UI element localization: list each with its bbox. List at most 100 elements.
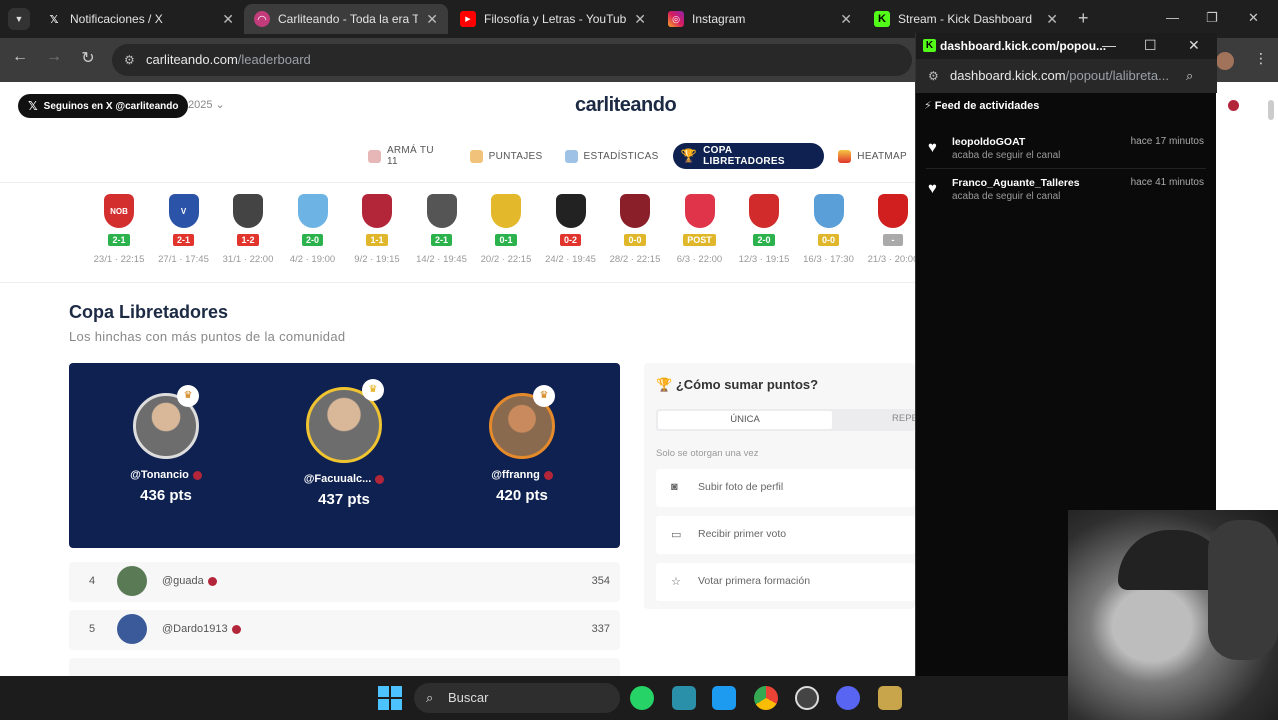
url-field[interactable]: ⚙ carliteando.com/leaderboard (112, 44, 912, 76)
podium-third[interactable]: ♛ @ffranng 420 pts (457, 385, 587, 504)
tab-label: Stream - Kick Dashboard (898, 12, 1033, 26)
row-points: 354 (591, 575, 610, 587)
match-card[interactable]: 1-1 9/2 · 19:15 (346, 194, 408, 265)
obs-icon[interactable] (795, 686, 819, 710)
chrome-icon[interactable] (754, 686, 778, 710)
restore-icon[interactable]: ❐ (1206, 10, 1218, 26)
site-settings-icon[interactable]: ⚙ (124, 44, 135, 76)
taskbar-search[interactable]: ⌕ Buscar (414, 683, 620, 713)
maximize-icon[interactable]: ☐ (1144, 37, 1157, 54)
match-card[interactable]: 2-1 14/2 · 19:45 (411, 194, 473, 265)
menu-puntajes[interactable]: PUNTAJES (462, 143, 551, 169)
league-icon[interactable] (878, 686, 902, 710)
match-result: 0-1 (495, 234, 517, 246)
main-menu: ARMÁ TU 11 PUNTAJES ESTADÍSTICAS 🏆 COPA L… (360, 142, 915, 170)
twitter-icon[interactable] (712, 686, 736, 710)
team-crest-icon (555, 194, 586, 228)
podium-name: @Facuualc... (303, 473, 372, 485)
popup-url-field[interactable]: ⚙ dashboard.kick.com/popout/lalibreta...… (916, 59, 1217, 93)
tab-list-button[interactable]: ▼ (8, 8, 30, 30)
match-card[interactable]: 0-0 28/2 · 22:15 (604, 194, 666, 265)
close-icon[interactable]: ✕ (1188, 37, 1200, 54)
site-logo[interactable]: carliteando (575, 94, 677, 117)
match-card[interactable]: 2-0 4/2 · 19:00 (282, 194, 344, 265)
leaderboard-row[interactable]: 5 @Dardo1913 337 (69, 610, 620, 650)
menu-estadisticas[interactable]: ESTADÍSTICAS (557, 143, 667, 169)
feed-user[interactable]: leopoldoGOAT (952, 136, 1025, 148)
match-date: 27/1 · 17:45 (158, 254, 209, 265)
year-label: 2025 (188, 99, 213, 111)
chevron-down-icon: ⌄ (215, 99, 225, 111)
tab-kick[interactable]: K Stream - Kick Dashboard ✕ (864, 4, 1068, 34)
tab-instagram[interactable]: ◎ Instagram ✕ (658, 4, 862, 34)
menu-arma-tu-11[interactable]: ARMÁ TU 11 (360, 143, 456, 169)
match-card[interactable]: NOB 2-1 23/1 · 22:15 (88, 194, 150, 265)
monitor-icon[interactable] (672, 686, 696, 710)
close-icon[interactable]: ✕ (222, 11, 234, 28)
match-result: 0-0 (817, 234, 839, 246)
match-date: 28/2 · 22:15 (609, 254, 661, 265)
search-icon[interactable]: ⌕ (1186, 59, 1193, 93)
discord-icon[interactable] (836, 686, 860, 710)
reload-icon[interactable]: ↻ (76, 48, 100, 68)
leaderboard-row[interactable] (69, 658, 620, 676)
menu-label: PUNTAJES (488, 150, 543, 162)
match-card[interactable]: 1-2 31/1 · 22:00 (217, 194, 279, 265)
match-date: 20/2 · 22:15 (480, 254, 532, 265)
match-result: 1-2 (237, 234, 259, 246)
tab-unica[interactable]: ÚNICA (658, 411, 832, 429)
tab-notificaciones[interactable]: 𝕏 Notificaciones / X ✕ (36, 4, 244, 34)
follow-x-button[interactable]: 𝕏 Seguinos en X @carliteando (18, 94, 189, 118)
close-icon[interactable]: ✕ (1046, 11, 1058, 28)
close-icon[interactable]: ✕ (840, 11, 852, 28)
podium-points: 436 pts (140, 487, 192, 504)
more-menu-icon[interactable]: ⋮ (1254, 50, 1268, 67)
profile-avatar[interactable] (1216, 52, 1234, 70)
heart-icon: ♥ (928, 180, 937, 197)
year-selector[interactable]: 2025 ⌄ (188, 98, 225, 111)
leaderboard-row[interactable]: 4 @guada 354 (69, 562, 620, 602)
instagram-icon: ◎ (668, 11, 684, 27)
minimize-icon[interactable]: — (1102, 37, 1116, 53)
scrollbar[interactable] (1268, 100, 1274, 120)
how-to-title: 🏆 ¿Cómo sumar puntos? (656, 377, 818, 393)
whatsapp-icon[interactable] (630, 686, 654, 710)
divider (0, 282, 915, 283)
match-card[interactable]: 2-0 12/3 · 19:15 (733, 194, 795, 265)
match-card[interactable]: - 21/3 · 20:00 (862, 194, 915, 265)
close-icon[interactable]: ✕ (426, 11, 438, 28)
forward-icon[interactable]: → (42, 48, 66, 66)
close-window-icon[interactable]: ✕ (1248, 10, 1259, 26)
menu-copa-libretadores[interactable]: 🏆 COPA LIBRETADORES (672, 143, 825, 169)
new-tab-button[interactable]: + (1078, 8, 1089, 29)
menu-heatmap[interactable]: HEATMAP (830, 143, 915, 169)
crown-icon: ♛ (362, 379, 384, 401)
minimize-icon[interactable]: — (1166, 10, 1179, 25)
match-card[interactable]: 0-2 24/2 · 19:45 (540, 194, 602, 265)
match-date: 9/2 · 19:15 (354, 254, 400, 265)
close-icon[interactable]: ✕ (634, 11, 646, 28)
windows-start-icon[interactable] (378, 686, 402, 710)
podium-points: 420 pts (496, 487, 548, 504)
tab-repe[interactable]: REPE (892, 413, 915, 424)
tab-carliteando[interactable]: ◠ Carliteando - Toda la era Té ✕ (244, 4, 448, 34)
team-crest-icon (233, 194, 263, 228)
match-card[interactable]: V 2-1 27/1 · 17:45 (153, 194, 215, 265)
feed-user[interactable]: Franco_Aguante_Talleres (952, 177, 1080, 189)
tab-youtube[interactable]: ▶ Filosofía y Letras - YouTube ✕ (450, 4, 656, 34)
verified-icon (543, 470, 553, 480)
match-card[interactable]: POST 6/3 · 22:00 (669, 194, 731, 265)
match-card[interactable]: 0-1 20/2 · 22:15 (475, 194, 537, 265)
popup-url-host: dashboard.kick.com (950, 68, 1066, 83)
youtube-icon: ▶ (460, 11, 476, 27)
kick-icon: K (923, 39, 936, 52)
team-crest-icon (362, 194, 392, 228)
podium-first[interactable]: ♛ @Facuualc... 437 pts (279, 379, 409, 508)
match-result: 2-1 (430, 234, 452, 246)
match-card[interactable]: 0-0 16/3 · 17:30 (798, 194, 860, 265)
match-result: 0-2 (559, 234, 581, 246)
back-icon[interactable]: ← (8, 48, 32, 66)
site-settings-icon[interactable]: ⚙ (928, 59, 939, 93)
field-icon (368, 149, 381, 163)
podium-second[interactable]: ♛ @Tonancio 436 pts (101, 385, 231, 504)
